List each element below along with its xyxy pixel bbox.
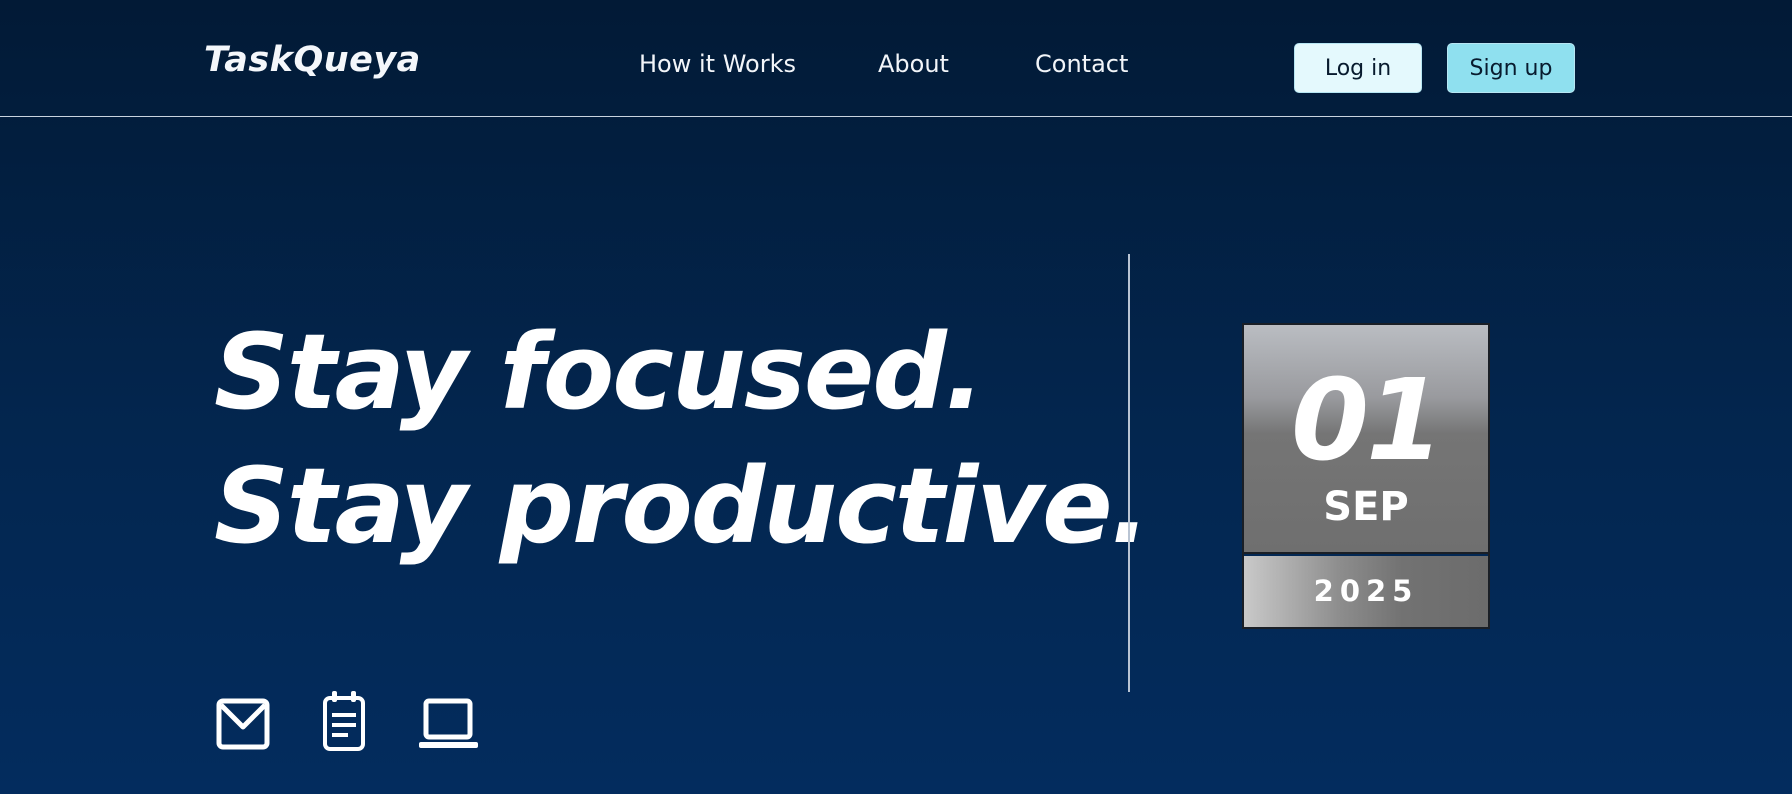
signup-button[interactable]: Sign up — [1447, 43, 1575, 93]
laptop-icon — [418, 698, 480, 756]
headline-line-1: Stay focused. — [214, 311, 984, 433]
mail-icon — [216, 698, 272, 756]
date-day: 01 — [1291, 356, 1444, 486]
date-month: SEP — [1323, 484, 1409, 530]
date-card-top: 01 SEP — [1244, 325, 1488, 554]
notepad-icon — [321, 690, 369, 756]
nav-link-about[interactable]: About — [878, 50, 949, 78]
hero-headline: Stay focused. Stay productive. — [214, 305, 1150, 573]
date-year: 2025 — [1313, 574, 1419, 608]
calendar-date-card: 01 SEP 2025 — [1242, 323, 1490, 629]
login-button[interactable]: Log in — [1294, 43, 1422, 93]
nav-link-how-it-works[interactable]: How it Works — [639, 50, 796, 78]
top-navbar: TaskQueya How it Works About Contact Log… — [0, 0, 1792, 117]
nav-link-contact[interactable]: Contact — [1035, 50, 1128, 78]
vertical-divider — [1128, 254, 1130, 692]
date-card-bottom: 2025 — [1244, 556, 1488, 627]
headline-line-2: Stay productive. — [214, 445, 1150, 567]
